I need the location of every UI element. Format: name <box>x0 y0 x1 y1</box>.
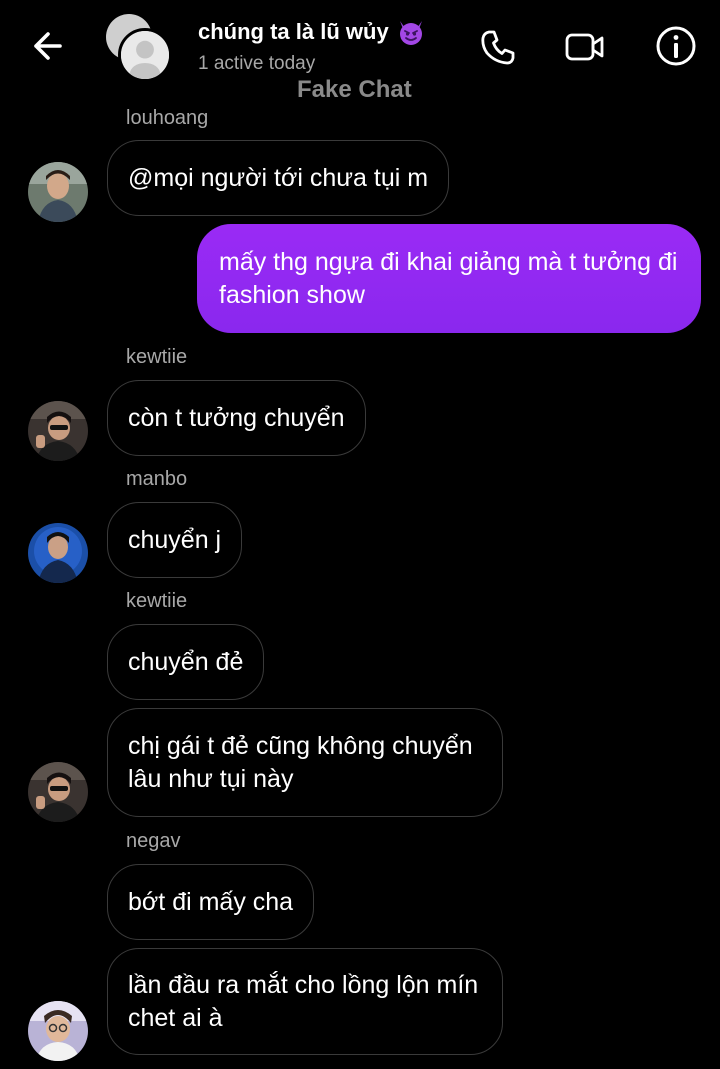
sender-name: kewtiie <box>126 346 188 368</box>
message-bubble[interactable]: lần đầu ra mắt cho lồng lộn mín chet ai … <box>107 948 503 1055</box>
active-status: 1 active today <box>198 53 316 74</box>
sender-name: negav <box>126 830 181 852</box>
message-text: chị gái t đẻ cũng không chuyển lâu như t… <box>128 731 473 793</box>
chat-header: chúng ta là lũ wủy 1 active today Fake C… <box>0 0 720 110</box>
info-icon[interactable] <box>654 24 698 68</box>
message-bubble[interactable]: bớt đi mấy cha <box>107 864 315 940</box>
message-bubble[interactable]: @mọi người tới chưa tụi m <box>107 140 450 216</box>
watermark: Fake Chat <box>297 76 412 103</box>
avatar-negav[interactable] <box>28 1001 88 1061</box>
chat-title-row[interactable]: chúng ta là lũ wủy <box>198 18 425 46</box>
avatar-louhoang[interactable] <box>28 162 88 222</box>
group-avatar[interactable] <box>106 14 172 82</box>
message-text: mấy thg ngựa đi khai giảng mà t tưởng đi… <box>219 247 678 309</box>
message-bubble-outgoing[interactable]: mấy thg ngựa đi khai giảng mà t tưởng đi… <box>197 224 701 333</box>
phone-icon[interactable] <box>476 25 520 69</box>
back-arrow-icon[interactable] <box>28 26 68 66</box>
avatar-kewtiie[interactable] <box>28 401 88 461</box>
sender-name: manbo <box>126 468 188 490</box>
message-text: chuyển đẻ <box>128 647 244 676</box>
sender-name: kewtiie <box>126 590 188 612</box>
video-camera-icon[interactable] <box>562 25 606 69</box>
message-text: @mọi người tới chưa tụi m <box>128 163 429 192</box>
sender-name: louhoang <box>126 107 209 129</box>
group-avatar-front <box>118 28 172 82</box>
devil-emoji-icon <box>399 21 422 45</box>
avatar-manbo[interactable] <box>28 523 88 583</box>
message-bubble[interactable]: chuyển đẻ <box>107 624 265 700</box>
message-bubble[interactable]: còn t tưởng chuyển <box>107 380 366 456</box>
message-text: bớt đi mấy cha <box>128 887 294 916</box>
message-text: lần đầu ra mắt cho lồng lộn mín chet ai … <box>128 970 479 1032</box>
chat-title: chúng ta là lũ wủy <box>198 19 389 44</box>
message-bubble[interactable]: chuyển j <box>107 502 243 578</box>
message-text: chuyển j <box>128 525 222 554</box>
message-text: còn t tưởng chuyển <box>128 403 345 432</box>
message-bubble[interactable]: chị gái t đẻ cũng không chuyển lâu như t… <box>107 708 503 817</box>
avatar-kewtiie[interactable] <box>28 762 88 822</box>
